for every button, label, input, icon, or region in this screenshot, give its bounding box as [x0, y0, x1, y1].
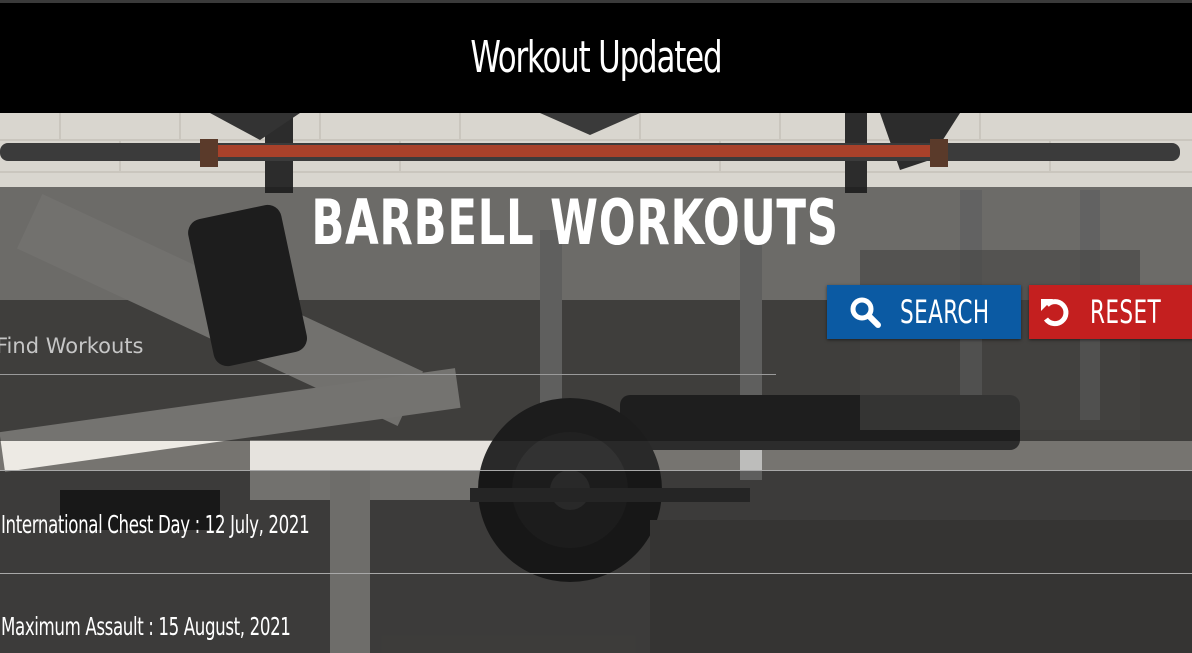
workout-list-item[interactable]: Maximum Assault : 15 August, 2021 [1, 612, 593, 641]
search-input[interactable] [0, 318, 776, 375]
reset-button-label: RESET [1090, 293, 1162, 331]
reset-button[interactable]: RESET [1029, 285, 1192, 339]
reset-icon [1038, 295, 1072, 329]
list-separator-band [0, 441, 1192, 470]
notification-banner: Workout Updated [0, 3, 1192, 113]
list-divider [0, 470, 1192, 471]
search-icon [848, 295, 882, 329]
workout-list-item[interactable]: International Chest Day : 12 July, 2021 [1, 510, 593, 539]
page-title: BARBELL WORKOUTS [311, 186, 839, 259]
search-button[interactable]: SEARCH [827, 285, 1021, 339]
banner-title: Workout Updated [470, 31, 722, 83]
list-divider [0, 573, 1192, 574]
search-button-label: SEARCH [900, 293, 990, 331]
